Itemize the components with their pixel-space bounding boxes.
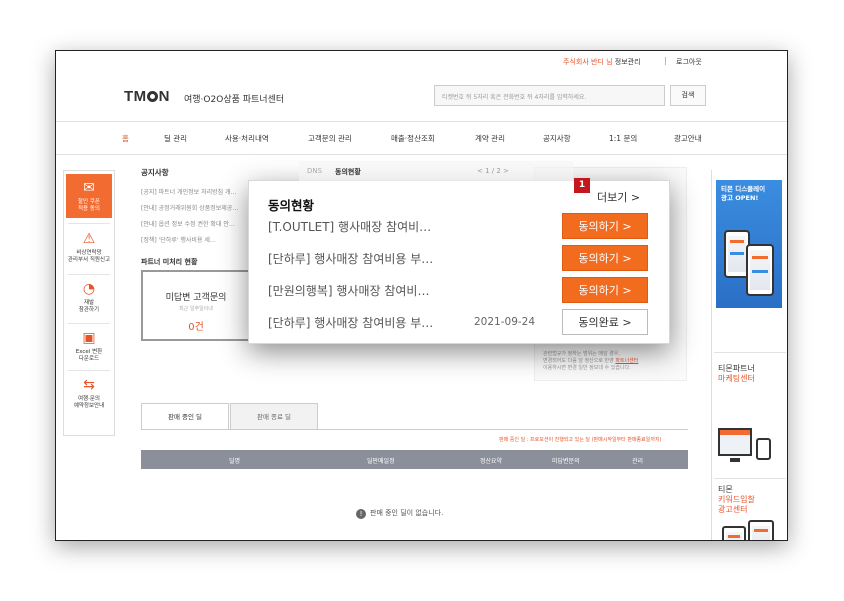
unanswered-title: 미답변 고객문의	[165, 293, 227, 303]
quick-coupon[interactable]: ✉ 할인 쿠폰 적용 동의	[66, 174, 112, 218]
info-link[interactable]: 정보관리	[615, 58, 641, 66]
nav-inquiry[interactable]: 고객문의 관리	[308, 133, 352, 144]
more-link[interactable]: 더보기 >	[597, 189, 640, 205]
nav-qna[interactable]: 1:1 문의	[609, 133, 637, 144]
deal-tabs: 판매 중인 딜 판매 종료 딜	[141, 403, 320, 430]
nav-home[interactable]: 홈	[122, 133, 129, 144]
logout-link[interactable]: 로그아웃	[676, 57, 702, 67]
sale-note: 판매 중인 딜 : 프로모션이 진행되고 있는 딜 (판매시작일부터 판매종료일…	[499, 437, 662, 443]
agreement-text[interactable]: [단하루] 행사매장 참여비용 부…	[268, 314, 433, 331]
nav-sales[interactable]: 매출·정산조회	[391, 133, 435, 144]
agreement-text[interactable]: [단하루] 행사매장 참여비용 부…	[268, 250, 433, 267]
agreement-note: 관련법규가 정하는 범위는 매달 경우, 변경되어도 다음 달 정산으로 반영 …	[543, 351, 639, 371]
agree-button[interactable]: 동의하기 >	[562, 213, 648, 239]
monitor-stand	[730, 458, 740, 462]
info-icon: !	[356, 509, 366, 519]
display-ad-banner[interactable]: 티몬 디스플레이 광고 OPEN!	[716, 180, 782, 308]
notice-item[interactable]: [안내] 옵션 정보 수정 권한 확대 안…	[141, 217, 238, 233]
nav-contract[interactable]: 계약 관리	[475, 133, 505, 144]
divider	[714, 352, 786, 353]
keyword-ad[interactable]: 티몬 키워드입찰 광고센터	[718, 485, 755, 515]
col-schedule: 딜판매일정	[367, 458, 395, 465]
agreement-row: [단하루] 행사매장 참여비용 부… 동의하기 >	[268, 245, 658, 271]
tablet-image	[756, 438, 771, 460]
marketing-center-ad[interactable]: 티몬파트너 마케팅센터	[718, 364, 755, 384]
quick-excel[interactable]: ▣ Excel 변환 다운로드	[64, 330, 114, 363]
monitor-image	[718, 428, 752, 456]
divider	[714, 478, 786, 479]
quick-travel[interactable]: ⇆ 여행·문의 예약정보안내	[64, 377, 114, 410]
empty-message: ! 판매 중인 딜이 없습니다.	[356, 508, 443, 519]
divider	[68, 223, 110, 224]
step-badge: 1	[574, 178, 590, 193]
agreement-row: [T.OUTLET] 행사매장 참여비… 동의하기 >	[268, 213, 658, 239]
col-deal-name: 딜명	[229, 458, 241, 465]
divider	[141, 429, 688, 430]
notice-title: 공지사항	[141, 168, 169, 177]
display-ad-text: 티몬 디스플레이 광고 OPEN!	[721, 185, 766, 202]
unanswered-sub: 최근 일주일이내	[179, 306, 213, 312]
tmon-logo[interactable]: TM N	[124, 88, 170, 105]
col-manage: 관리	[632, 458, 644, 465]
deal-table-header: 딜명 딜판매일정 정산요약 미답변문의 관리	[141, 450, 688, 469]
nav-deal[interactable]: 딜 관리	[164, 133, 187, 144]
clock-icon: ◔	[82, 281, 96, 297]
header: TM N 여행·O2O상품 파트너센터 티켓번호 뒤 5자리 혹은 전화번호 뒤 …	[56, 71, 787, 121]
agree-button[interactable]: 동의하기 >	[562, 277, 648, 303]
quick-redo[interactable]: ◔ 재발 참관하기	[64, 281, 114, 314]
notice-item[interactable]: [정책] '단하루' 행사비용 세…	[141, 233, 238, 249]
agreement-date: 2021-09-24	[474, 316, 536, 328]
partner-center-link[interactable]: 파트너센터	[615, 358, 638, 364]
agree-button[interactable]: 동의하기 >	[562, 245, 648, 271]
popup-header-strip: DNS 동의현황 < 1 / 2 >	[299, 161, 573, 181]
phone-image	[748, 520, 774, 540]
nav-ads[interactable]: 광고안내	[674, 133, 702, 144]
notice-list: [공지] 파트너 개인정보 처리방침 개… [안내] 공정거래위원회 상품정보제…	[141, 185, 238, 249]
phone-image	[746, 244, 774, 296]
agreement-popup: DNS 동의현황 < 1 / 2 > 1 동의현황 더보기 > [T.OUTLE…	[248, 161, 670, 344]
unanswered-count: 0건	[188, 322, 204, 333]
pagination[interactable]: < 1 / 2 >	[477, 167, 509, 175]
company-name: 주식회사 반디 님 정보관리	[563, 58, 641, 66]
notice-item[interactable]: [공지] 파트너 개인정보 처리방침 개…	[141, 185, 238, 201]
col-unanswered: 미답변문의	[552, 458, 580, 465]
quick-emergency[interactable]: ⚠ 비상연락망 관리부서 직원신고	[64, 231, 114, 264]
coupon-icon: ✉	[83, 180, 95, 196]
agreement-row: [만원의행복] 행사매장 참여비… 동의하기 >	[268, 277, 658, 303]
top-bar: 주식회사 반디 님 정보관리 로그아웃	[56, 51, 787, 71]
divider	[68, 370, 110, 371]
nav-usage[interactable]: 사용·처리내역	[225, 133, 269, 144]
search-input[interactable]: 티켓번호 뒤 5자리 혹은 전화번호 뒤 4자리를 입력하세요.	[434, 85, 665, 106]
partner-status-title: 파트너 미처리 현황	[141, 258, 198, 266]
phone-image	[722, 526, 746, 540]
search-button[interactable]: 검색	[670, 85, 706, 106]
divider	[68, 323, 110, 324]
popup-title: 동의현황	[268, 198, 315, 213]
agreement-text[interactable]: [T.OUTLET] 행사매장 참여비…	[268, 218, 431, 235]
ad-sidebar: 티몬 디스플레이 광고 OPEN! 티몬파트너 마케팅센터 티몬 키워드입찰 광고센터	[711, 170, 787, 540]
main-nav: 홈 딜 관리 사용·처리내역 고객문의 관리 매출·정산조회 계약 관리 공지사…	[56, 121, 787, 155]
quick-menu: ✉ 할인 쿠폰 적용 동의 ⚠ 비상연락망 관리부서 직원신고 ◔ 재발 참관하…	[63, 170, 115, 436]
agreement-text[interactable]: [만원의행복] 행사매장 참여비…	[268, 282, 429, 299]
agreement-row: [단하루] 행사매장 참여비용 부… 2021-09-24 동의완료 >	[268, 309, 658, 335]
nav-notice[interactable]: 공지사항	[543, 133, 571, 144]
siren-icon: ⚠	[82, 231, 96, 247]
agreed-button[interactable]: 동의완료 >	[562, 309, 648, 335]
col-settlement: 정산요약	[480, 458, 503, 465]
ticket-icon: ⇆	[83, 377, 95, 393]
notice-item[interactable]: [안내] 공정거래위원회 상품정보제공…	[141, 201, 238, 217]
tab-selling[interactable]: 판매 중인 딜	[141, 403, 229, 430]
page-title: 여행·O2O상품 파트너센터	[184, 95, 285, 105]
divider	[665, 57, 666, 65]
unanswered-card[interactable]: 미답변 고객문의 최근 일주일이내 0건	[141, 270, 251, 341]
excel-icon: ▣	[82, 330, 96, 346]
tab-ended[interactable]: 판매 종료 딜	[230, 403, 318, 430]
divider	[68, 274, 110, 275]
